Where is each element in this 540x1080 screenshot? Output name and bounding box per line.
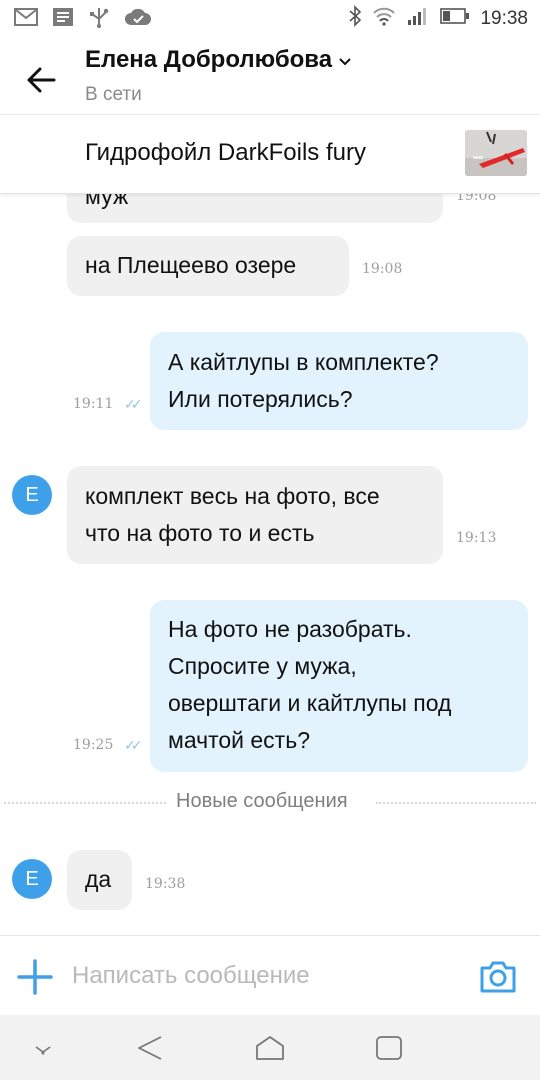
hide-keyboard-icon[interactable]: [28, 1033, 58, 1063]
message-time: 19:25: [73, 737, 114, 753]
message-bubble-incoming[interactable]: на Плещеево озере: [67, 236, 349, 296]
message-text: На фото не разобрать.: [168, 616, 412, 642]
plus-icon[interactable]: [16, 958, 54, 996]
message-text: да: [85, 866, 112, 892]
message-text: оверштаги и кайтлупы под: [168, 690, 452, 716]
online-status: В сети: [85, 84, 142, 105]
message-list[interactable]: муж 19:08 на Плещеево озере 19:08 А кайт…: [0, 190, 540, 935]
back-triangle-icon[interactable]: [135, 1033, 165, 1063]
cloud-icon: [124, 7, 152, 32]
home-icon[interactable]: [254, 1033, 284, 1063]
chevron-down-icon: [338, 46, 352, 74]
message-text: что на фото то и есть: [85, 520, 315, 546]
message-time: 19:38: [145, 876, 186, 892]
message-input[interactable]: [72, 958, 452, 994]
chat-header: Елена Добролюбова В сети: [0, 36, 540, 114]
wifi-icon: [372, 6, 396, 31]
message-text: А кайтлупы в комплекте?: [168, 349, 439, 375]
divider-label: Новые сообщения: [176, 790, 348, 812]
message-icon: [52, 7, 74, 32]
message-time: 19:11: [73, 396, 114, 412]
message-text: на Плещеево озере: [85, 252, 297, 278]
message-text: Или потерялись?: [168, 386, 353, 412]
status-time: 19:38: [480, 7, 528, 29]
usb-icon: [88, 6, 110, 33]
message-bubble-incoming[interactable]: муж: [67, 190, 443, 223]
contact-name-dropdown[interactable]: Елена Добролюбова: [85, 46, 352, 74]
message-bubble-outgoing[interactable]: А кайтлупы в комплекте? Или потерялись?: [150, 332, 528, 430]
double-check-icon: ✓✓: [124, 396, 143, 412]
gmail-icon: [14, 7, 38, 32]
battery-icon: [440, 7, 470, 30]
compose-bar: [0, 935, 540, 1016]
message-bubble-incoming[interactable]: комплект весь на фото, все что на фото т…: [67, 466, 443, 564]
message-bubble-outgoing[interactable]: На фото не разобрать. Спросите у мужа, о…: [150, 600, 528, 772]
avatar[interactable]: Е: [12, 475, 52, 515]
back-arrow-icon[interactable]: [22, 60, 62, 100]
system-nav-bar: [0, 1015, 540, 1080]
avatar[interactable]: Е: [12, 859, 52, 899]
product-card[interactable]: Гидрофойл DarkFoils fury: [0, 114, 540, 194]
message-text: мачтой есть?: [168, 727, 310, 753]
bluetooth-icon: [348, 5, 362, 32]
message-time: 19:13: [456, 530, 497, 546]
status-bar: 19:38: [0, 0, 540, 36]
recent-apps-icon[interactable]: [374, 1033, 404, 1063]
signal-icon: [406, 6, 430, 31]
contact-name: Елена Добролюбова: [85, 46, 333, 73]
product-title: Гидрофойл DarkFoils fury: [85, 139, 366, 166]
message-bubble-incoming[interactable]: да: [67, 850, 132, 910]
message-text: Спросите у мужа,: [168, 653, 357, 679]
double-check-icon: ✓✓: [124, 737, 143, 753]
new-messages-divider: Новые сообщения: [0, 788, 540, 818]
product-thumbnail[interactable]: [465, 130, 527, 176]
message-text: комплект весь на фото, все: [85, 483, 380, 509]
camera-icon[interactable]: [478, 958, 518, 996]
message-time: 19:08: [362, 261, 403, 277]
